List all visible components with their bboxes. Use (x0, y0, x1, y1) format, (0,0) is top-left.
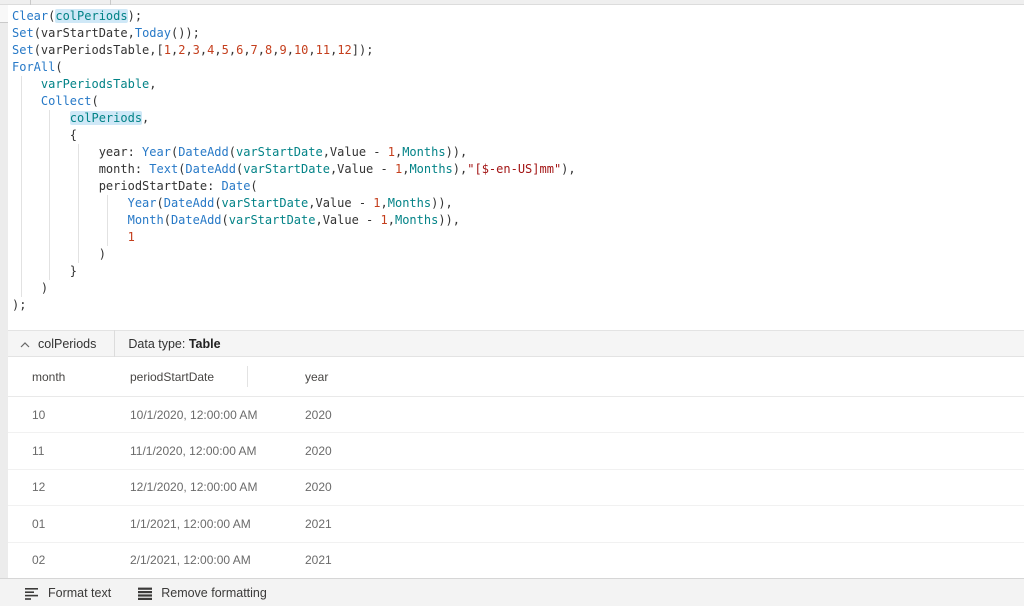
code-line: Set(varStartDate,Today()); (12, 25, 1024, 42)
results-table-body: 1010/1/2020, 12:00:00 AM20201111/1/2020,… (8, 396, 1024, 578)
table-cell: 11 (8, 444, 106, 458)
table-cell: 10/1/2020, 12:00:00 AM (106, 408, 281, 422)
data-type-value: Table (189, 337, 221, 351)
table-column-headers: monthperiodStartDateyear (8, 357, 1024, 396)
format-text-icon (24, 585, 40, 601)
code-line: Month(DateAdd(varStartDate,Value - 1,Mon… (12, 212, 1024, 229)
code-line: year: Year(DateAdd(varStartDate,Value - … (12, 144, 1024, 161)
column-header-month: month (8, 370, 106, 384)
bottom-toolbar: Format text Remove formatting (0, 578, 1024, 606)
remove-formatting-label: Remove formatting (161, 586, 267, 600)
column-divider (247, 366, 248, 387)
code-line: month: Text(DateAdd(varStartDate,Value -… (12, 161, 1024, 178)
table-row: 1010/1/2020, 12:00:00 AM2020 (8, 396, 1024, 432)
table-cell: 2/1/2021, 12:00:00 AM (106, 553, 281, 567)
table-cell: 2021 (281, 517, 1024, 531)
column-header-periodStartDate: periodStartDate (106, 370, 281, 384)
code-line: Collect( (12, 93, 1024, 110)
remove-formatting-icon (137, 585, 153, 601)
indent-guide (49, 110, 50, 280)
indent-guide (107, 195, 108, 246)
indent-guide (78, 144, 79, 263)
header-divider (114, 330, 115, 357)
indent-guide (21, 76, 22, 297)
code-line: ) (12, 246, 1024, 263)
table-row: 1212/1/2020, 12:00:00 AM2020 (8, 469, 1024, 505)
vertical-scrollbar[interactable] (0, 5, 8, 578)
code-line: ); (12, 297, 1024, 314)
column-header-year: year (281, 370, 1024, 384)
table-row: 022/1/2021, 12:00:00 AM2021 (8, 542, 1024, 578)
code-line: } (12, 263, 1024, 280)
data-type-text: Data type: Table (128, 337, 220, 351)
table-cell: 11/1/2020, 12:00:00 AM (106, 444, 281, 458)
code-line: ) (12, 280, 1024, 297)
table-cell: 01 (8, 517, 106, 531)
table-cell: 12 (8, 480, 106, 494)
code-line: varPeriodsTable, (12, 76, 1024, 93)
table-cell: 2021 (281, 553, 1024, 567)
code-line: Set(varPeriodsTable,[1,2,3,4,5,6,7,8,9,1… (12, 42, 1024, 59)
code-line: 1 (12, 229, 1024, 246)
format-text-button[interactable]: Format text (18, 581, 117, 605)
table-cell: 10 (8, 408, 106, 422)
collapse-results-button[interactable] (14, 331, 36, 356)
table-cell: 2020 (281, 444, 1024, 458)
code-line: ForAll( (12, 59, 1024, 76)
code-line: Clear(colPeriods); (12, 8, 1024, 25)
code-line: colPeriods, (12, 110, 1024, 127)
table-cell: 02 (8, 553, 106, 567)
code-line: periodStartDate: Date( (12, 178, 1024, 195)
table-cell: 2020 (281, 480, 1024, 494)
table-cell: 12/1/2020, 12:00:00 AM (106, 480, 281, 494)
code-editor[interactable]: Clear(colPeriods);Set(varStartDate,Today… (8, 5, 1024, 330)
table-row: 011/1/2021, 12:00:00 AM2021 (8, 505, 1024, 541)
table-cell: 2020 (281, 408, 1024, 422)
data-type-label: Data type: (128, 337, 188, 351)
table-cell: 1/1/2021, 12:00:00 AM (106, 517, 281, 531)
chevron-up-icon (20, 336, 30, 351)
results-panel-header: colPeriods Data type: Table (8, 330, 1024, 357)
format-text-label: Format text (48, 586, 111, 600)
remove-formatting-button[interactable]: Remove formatting (131, 581, 273, 605)
code-line: Year(DateAdd(varStartDate,Value - 1,Mont… (12, 195, 1024, 212)
scrollbar-thumb[interactable] (0, 5, 8, 23)
code-line: { (12, 127, 1024, 144)
collection-name-label: colPeriods (38, 337, 96, 351)
table-row: 1111/1/2020, 12:00:00 AM2020 (8, 432, 1024, 468)
